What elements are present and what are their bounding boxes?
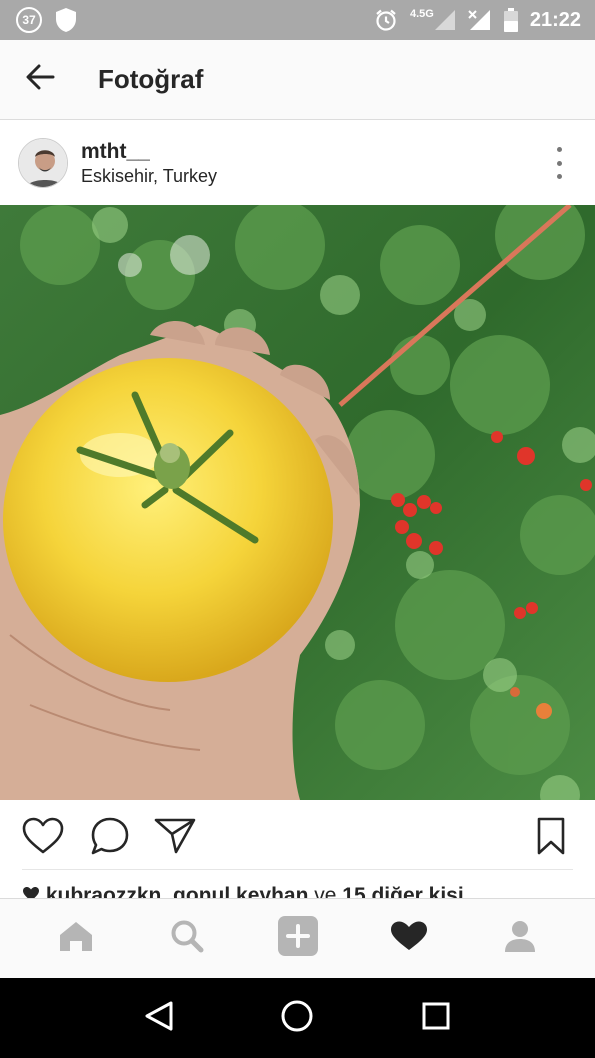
more-dot-icon [556, 160, 562, 166]
post-action-bar [0, 800, 595, 872]
heart-outline-icon [22, 817, 64, 860]
shield-icon [54, 7, 78, 33]
system-home-button[interactable] [267, 988, 327, 1048]
comment-button[interactable] [88, 816, 132, 860]
search-icon [170, 919, 204, 958]
status-bar-right: 4.5G 21:22 [374, 8, 581, 32]
send-icon [154, 817, 196, 860]
activity-heart-icon [390, 920, 428, 957]
back-button[interactable] [0, 40, 80, 120]
share-button[interactable] [153, 816, 197, 860]
home-circle-icon [280, 999, 314, 1038]
nav-profile[interactable] [490, 909, 550, 969]
system-nav-bar [0, 978, 595, 1058]
profile-icon [503, 919, 537, 958]
nav-add[interactable] [268, 909, 328, 969]
network-type-label: 4.5G [409, 8, 434, 20]
action-divider [22, 869, 573, 870]
comment-icon [90, 816, 130, 861]
post-photo[interactable] [0, 205, 595, 800]
more-dot-icon [556, 147, 562, 152]
app-bar: Fotoğraf [0, 40, 595, 120]
system-recents-button[interactable] [406, 988, 466, 1048]
add-icon [277, 916, 318, 961]
system-back-button[interactable] [129, 988, 189, 1048]
more-options-button[interactable] [549, 147, 569, 179]
back-triangle-icon [144, 1000, 174, 1037]
status-bar: 37 4.5G 21:22 [0, 0, 595, 40]
bookmark-icon [536, 817, 566, 860]
recents-square-icon [421, 1001, 451, 1036]
username[interactable]: mtht__ [81, 140, 217, 164]
instagram-photo-screen: 37 4.5G 21:22 Fotoğraf mtht__ Eskisehir,… [0, 0, 595, 1058]
post-header: mtht__ Eskisehir, Turkey [0, 121, 595, 205]
more-dot-icon [556, 174, 562, 179]
home-icon [58, 920, 94, 957]
battery-icon [503, 8, 518, 32]
status-time: 21:22 [529, 8, 581, 31]
nav-search[interactable] [157, 909, 217, 969]
post-meta: mtht__ Eskisehir, Turkey [81, 140, 217, 187]
avatar[interactable] [18, 138, 68, 188]
save-button[interactable] [529, 816, 573, 860]
arrow-left-icon [25, 64, 55, 95]
nav-activity[interactable] [379, 909, 439, 969]
bottom-nav [0, 898, 595, 978]
like-button[interactable] [21, 816, 65, 860]
location[interactable]: Eskisehir, Turkey [81, 166, 217, 187]
page-title: Fotoğraf [98, 64, 204, 94]
signal-icon: 4.5G [409, 8, 456, 31]
status-bar-left: 37 [16, 7, 78, 33]
alarm-icon [374, 8, 398, 32]
no-signal-icon [468, 9, 492, 31]
nav-home[interactable] [46, 909, 106, 969]
notification-count-badge: 37 [16, 7, 42, 33]
